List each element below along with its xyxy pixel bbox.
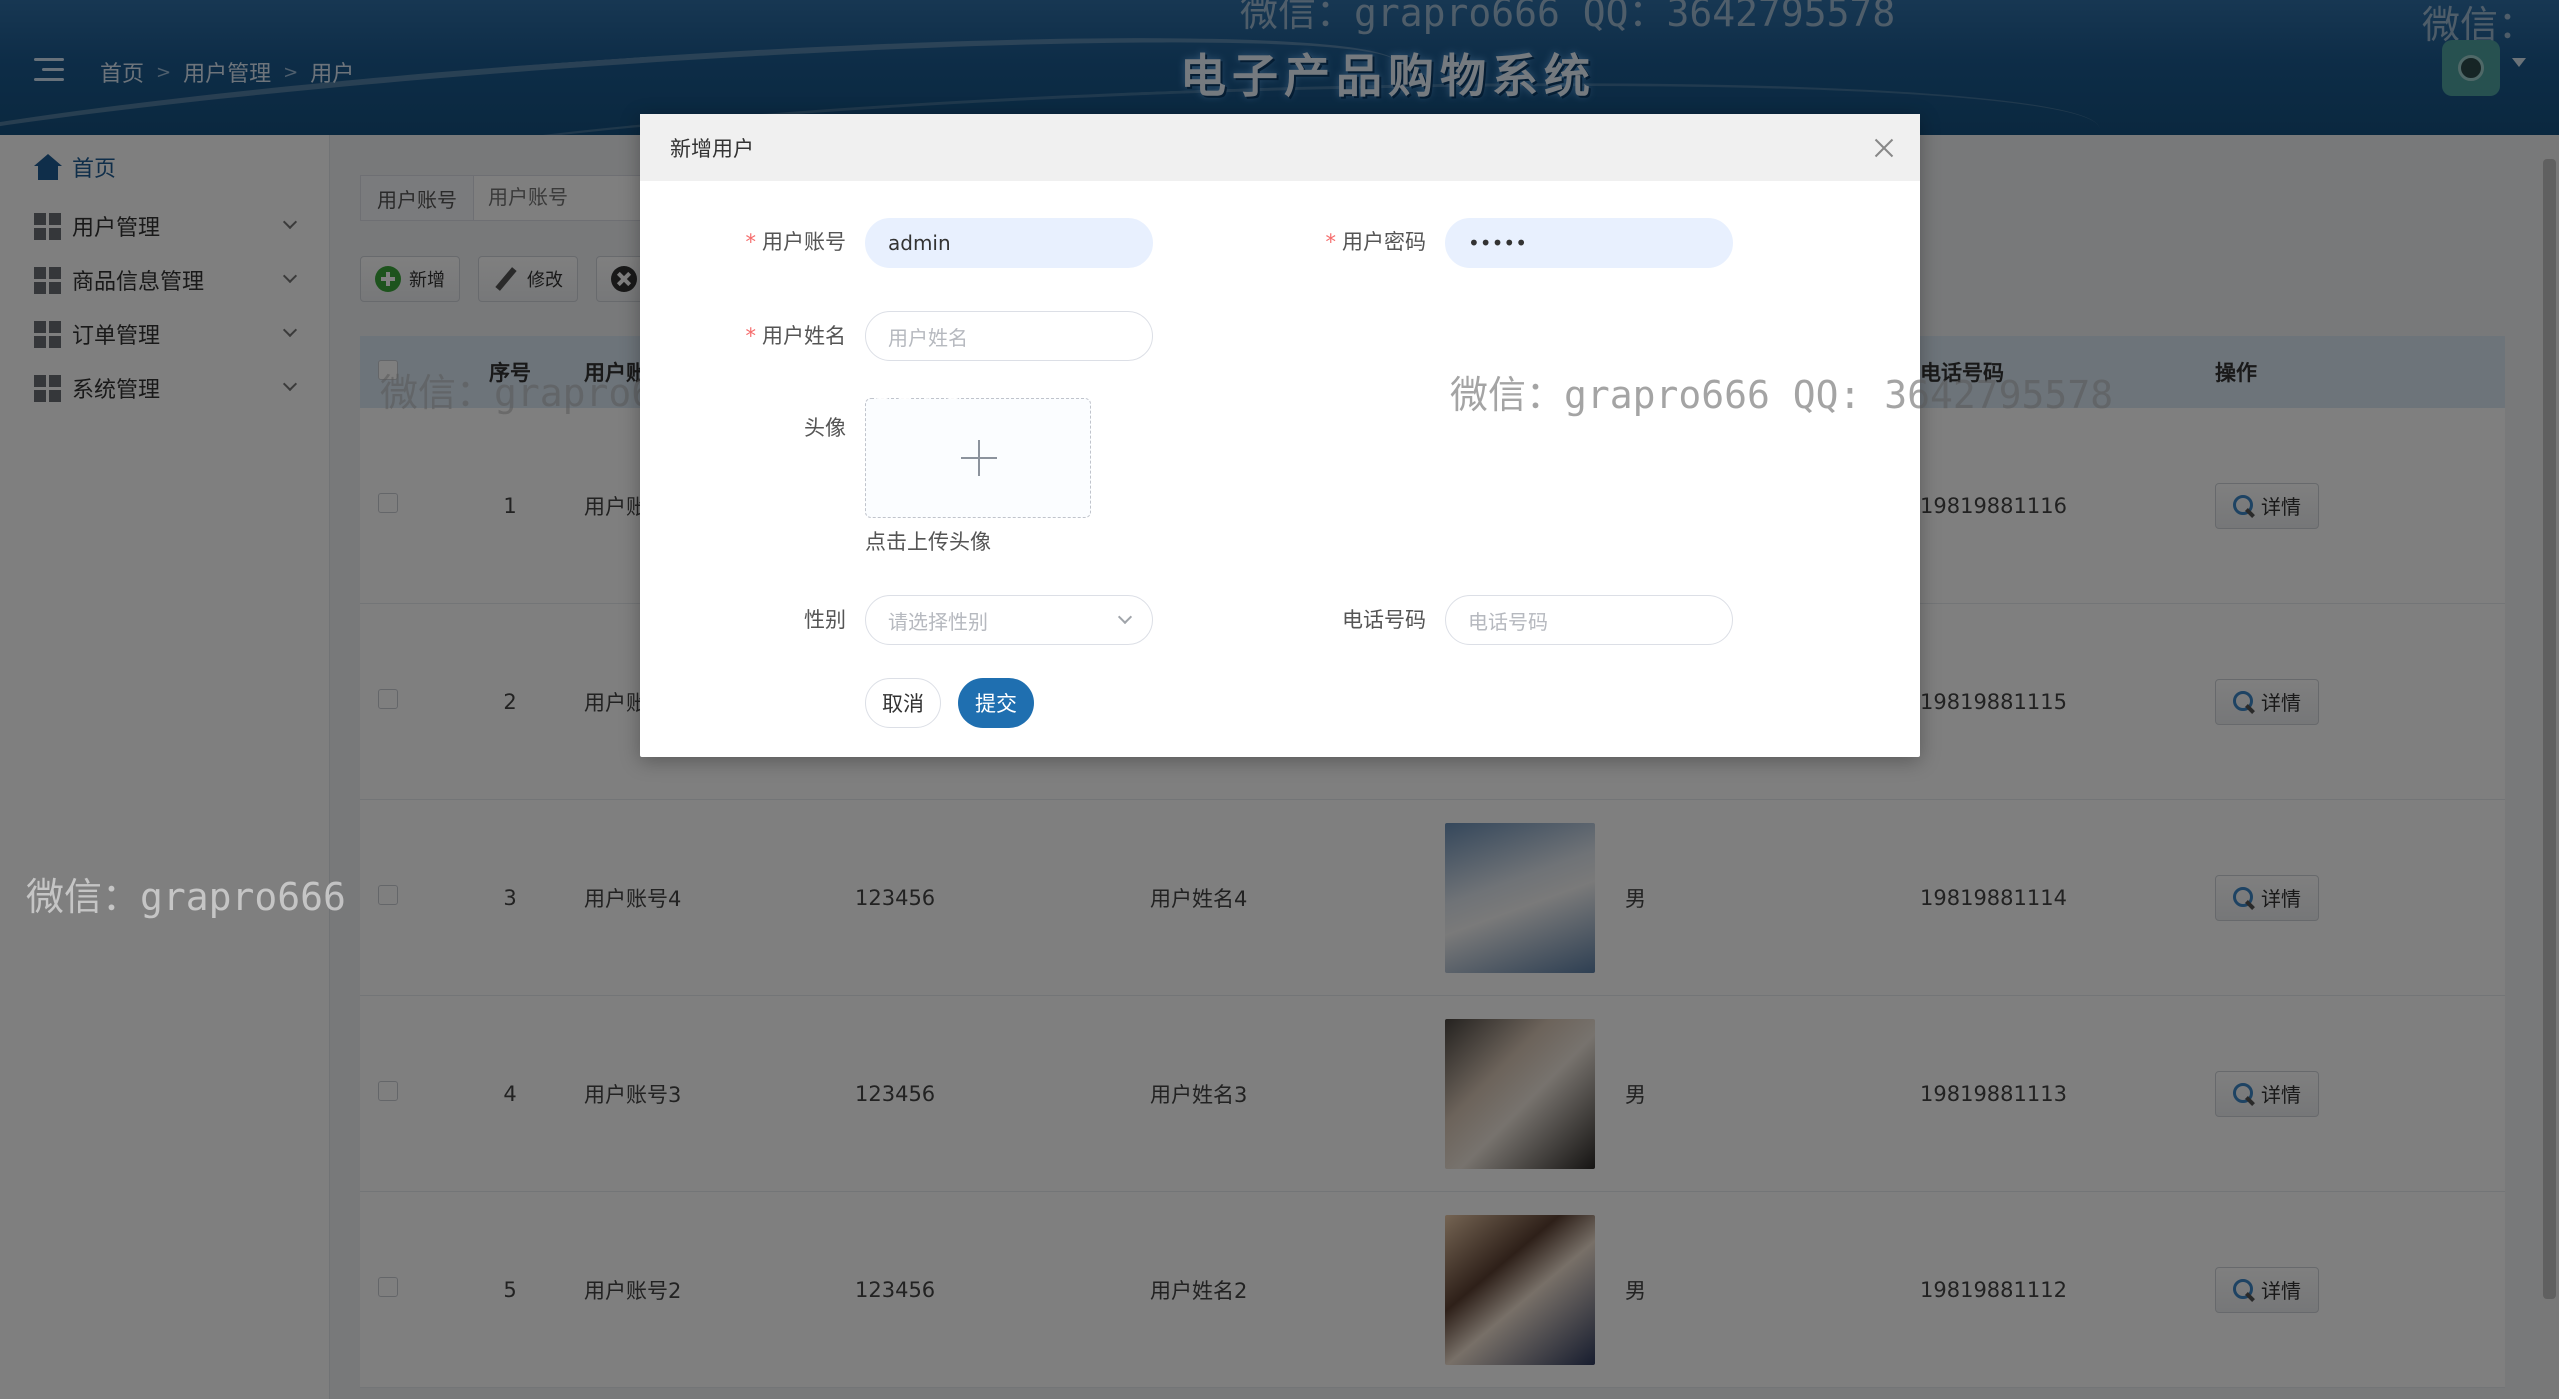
dialog-title: 新增用户: [670, 136, 754, 161]
avatar-label: 头像: [804, 416, 846, 440]
upload-hint: 点击上传头像: [865, 530, 991, 554]
password-label: * 用户密码: [1325, 230, 1427, 254]
add-user-dialog: 新增用户 * 用户账号 admin * 用户密码 ••••• * 用户姓名 用户姓名 …: [640, 114, 1920, 757]
phone-input[interactable]: 电话号码: [1445, 595, 1733, 645]
chevron-down-icon: [1117, 609, 1133, 625]
name-label: * 用户姓名: [745, 324, 847, 348]
name-input[interactable]: 用户姓名: [865, 311, 1153, 361]
avatar-upload[interactable]: [865, 398, 1091, 518]
account-label: * 用户账号: [745, 230, 847, 254]
close-icon[interactable]: [1874, 138, 1894, 158]
sex-label: 性别: [804, 608, 846, 632]
phone-label: 电话号码: [1342, 608, 1426, 632]
submit-button[interactable]: 提交: [958, 678, 1034, 728]
sex-select[interactable]: 请选择性别: [865, 595, 1153, 645]
cancel-button[interactable]: 取消: [865, 678, 941, 728]
dialog-header: 新增用户: [640, 114, 1920, 181]
sex-select-placeholder: 请选择性别: [888, 609, 988, 634]
password-input[interactable]: •••••: [1445, 218, 1733, 268]
account-input[interactable]: admin: [865, 218, 1153, 268]
